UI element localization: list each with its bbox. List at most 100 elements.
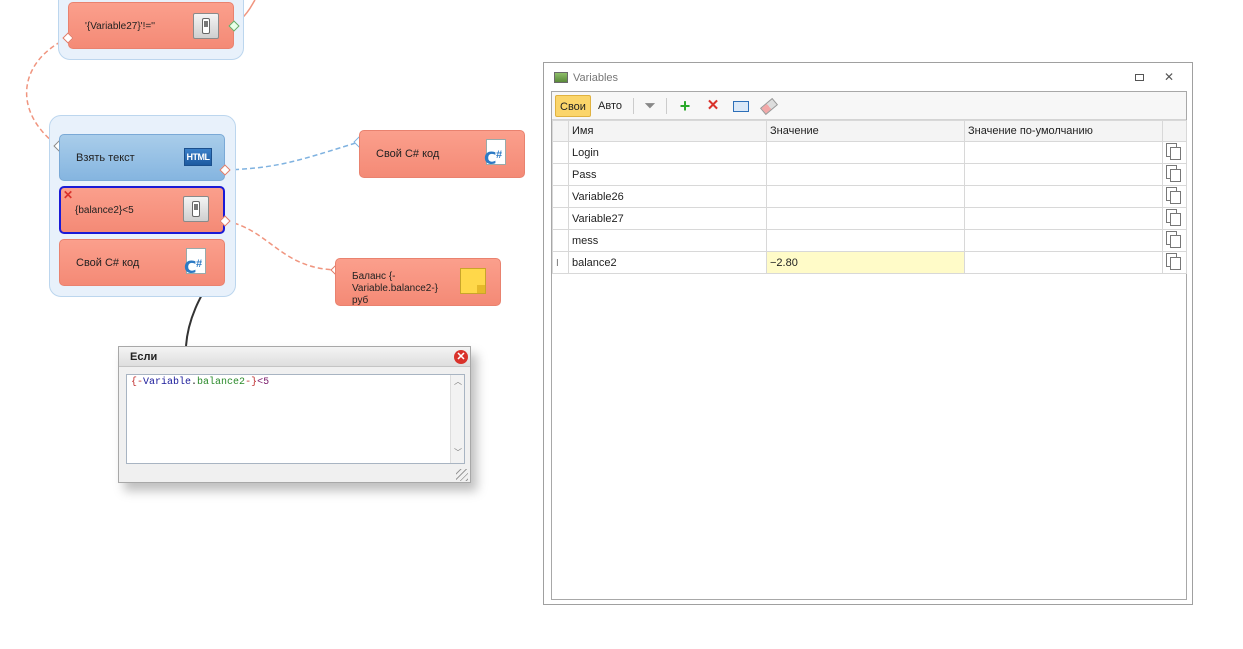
close-icon[interactable]: ✕ — [1164, 70, 1174, 84]
row-indicator[interactable] — [552, 207, 569, 230]
copy-cell[interactable] — [1162, 207, 1187, 230]
balance-note-label: Баланс {-Variable.balance2-}руб — [352, 271, 438, 306]
row-indicator[interactable] — [552, 229, 569, 252]
text-cursor-icon: I — [556, 257, 559, 269]
copy-icon[interactable] — [1166, 187, 1181, 204]
row-indicator[interactable] — [552, 185, 569, 208]
close-icon[interactable]: ✕ — [454, 350, 468, 364]
add-icon[interactable]: + — [676, 97, 694, 115]
resize-grip-icon[interactable] — [456, 469, 468, 481]
table-row[interactable]: Pass — [552, 163, 1187, 186]
variable27-check-label: '{Variable27}'!='' — [85, 21, 156, 32]
variable-value-cell[interactable] — [766, 185, 965, 208]
variable-default-cell[interactable] — [964, 251, 1163, 274]
switch-icon — [193, 13, 219, 39]
eraser-icon[interactable] — [759, 97, 779, 116]
variable-value-cell[interactable] — [766, 207, 965, 230]
own-csharp-node-right[interactable]: Свой C# код C # — [359, 130, 525, 178]
column-header-value[interactable]: Значение — [766, 120, 965, 142]
window-app-icon — [554, 72, 568, 83]
toolbar-divider — [666, 98, 667, 114]
variable-default-cell[interactable] — [964, 229, 1163, 252]
copy-icon[interactable] — [1166, 143, 1181, 160]
copy-icon[interactable] — [1166, 253, 1181, 270]
variable-default-cell[interactable] — [964, 185, 1163, 208]
code-tail: <5 — [257, 377, 270, 388]
scroll-down-icon[interactable]: ﹀ — [454, 447, 462, 458]
variable-name-cell[interactable]: Pass — [568, 163, 767, 186]
table-row[interactable]: Login — [552, 141, 1187, 164]
scroll-up-icon[interactable]: ︿ — [454, 376, 462, 387]
variable-name-cell[interactable]: Variable27 — [568, 207, 767, 230]
variable-value-cell[interactable] — [766, 141, 965, 164]
variables-titlebar: Variables ✕ — [544, 63, 1192, 89]
sticky-note-icon — [460, 268, 486, 294]
html-icon: HTML — [184, 148, 212, 166]
copy-icon[interactable] — [1166, 209, 1181, 226]
code-close-brace: -} — [245, 377, 258, 388]
own-variables-tab[interactable]: Свои — [555, 95, 591, 117]
variable-name-cell[interactable]: balance2 — [568, 251, 767, 274]
table-row[interactable]: mess — [552, 229, 1187, 252]
variables-title: Variables — [573, 72, 619, 84]
if-condition-popup: Если ✕ {-Variable.balance2-}<5 ︿ ﹀ — [118, 346, 471, 483]
own-csharp-label: Свой C# код — [76, 257, 140, 269]
copy-cell[interactable] — [1162, 251, 1187, 274]
variables-window: Variables ✕ Свои Авто ⏷ + ✕ Имя Значение — [543, 62, 1193, 605]
rename-icon[interactable] — [732, 97, 750, 115]
row-indicator-header — [552, 120, 569, 142]
code-name: balance2 — [197, 377, 246, 388]
variable-name-cell[interactable]: Login — [568, 141, 767, 164]
copy-cell[interactable] — [1162, 141, 1187, 164]
row-indicator[interactable] — [552, 141, 569, 164]
balance-note-node[interactable]: Баланс {-Variable.balance2-}руб — [335, 258, 501, 306]
variable-default-cell[interactable] — [964, 207, 1163, 230]
take-text-node[interactable]: Взять текст HTML — [59, 134, 225, 181]
code-var: Variable — [143, 377, 192, 388]
variables-toolbar: Свои Авто ⏷ + ✕ — [552, 92, 1186, 120]
csharp-icon: C # — [484, 139, 510, 169]
copy-cell[interactable] — [1162, 163, 1187, 186]
toolbar-divider — [633, 98, 634, 114]
column-header-name[interactable]: Имя — [568, 120, 767, 142]
condition-editor[interactable]: {-Variable.balance2-}<5 ︿ ﹀ — [126, 374, 465, 464]
variable-name-cell[interactable]: Variable26 — [568, 185, 767, 208]
filter-icon[interactable]: ⏷ — [641, 97, 659, 115]
row-indicator[interactable]: I — [552, 251, 569, 274]
table-header-row: Имя Значение Значение по-умолчанию — [552, 120, 1187, 142]
copy-icon[interactable] — [1166, 165, 1181, 182]
table-row[interactable]: Variable27 — [552, 207, 1187, 230]
own-csharp-right-label: Свой C# код — [376, 148, 440, 160]
variables-table: Имя Значение Значение по-умолчанию Login… — [552, 120, 1187, 274]
table-row[interactable]: Variable26 — [552, 185, 1187, 208]
switch-icon — [183, 196, 209, 222]
variable-value-cell[interactable]: −2.80 — [766, 251, 965, 274]
copy-cell[interactable] — [1162, 229, 1187, 252]
wire-balance-to-note — [225, 220, 337, 271]
copy-cell[interactable] — [1162, 185, 1187, 208]
table-row[interactable]: I balance2 −2.80 — [552, 251, 1187, 274]
column-header-default[interactable]: Значение по-умолчанию — [964, 120, 1163, 142]
restore-icon[interactable] — [1135, 74, 1144, 81]
delete-icon[interactable]: ✕ — [704, 97, 722, 115]
wire-take-text-to-csharp — [225, 141, 360, 171]
variables-panel: Свои Авто ⏷ + ✕ Имя Значение Значение по… — [551, 91, 1187, 600]
editor-scrollbar[interactable]: ︿ ﹀ — [450, 375, 464, 463]
balance-check-node[interactable]: ✕ {balance2}<5 — [59, 186, 225, 234]
popup-title: Если — [119, 347, 470, 367]
variable-default-cell[interactable] — [964, 141, 1163, 164]
row-indicator[interactable] — [552, 163, 569, 186]
auto-variables-tab[interactable]: Авто — [594, 95, 626, 117]
column-header-action — [1162, 120, 1187, 142]
variable-default-cell[interactable] — [964, 163, 1163, 186]
error-x-icon: ✕ — [63, 188, 74, 202]
copy-icon[interactable] — [1166, 231, 1181, 248]
variable-value-cell[interactable] — [766, 229, 965, 252]
variable-name-cell[interactable]: mess — [568, 229, 767, 252]
own-csharp-node[interactable]: Свой C# код C # — [59, 239, 225, 286]
condition-code: {-Variable.balance2-}<5 — [131, 377, 269, 388]
variable-value-cell[interactable] — [766, 163, 965, 186]
variable27-check-node[interactable]: '{Variable27}'!='' — [68, 2, 234, 49]
balance-check-label: {balance2}<5 — [75, 205, 134, 216]
csharp-icon: C # — [184, 248, 210, 278]
